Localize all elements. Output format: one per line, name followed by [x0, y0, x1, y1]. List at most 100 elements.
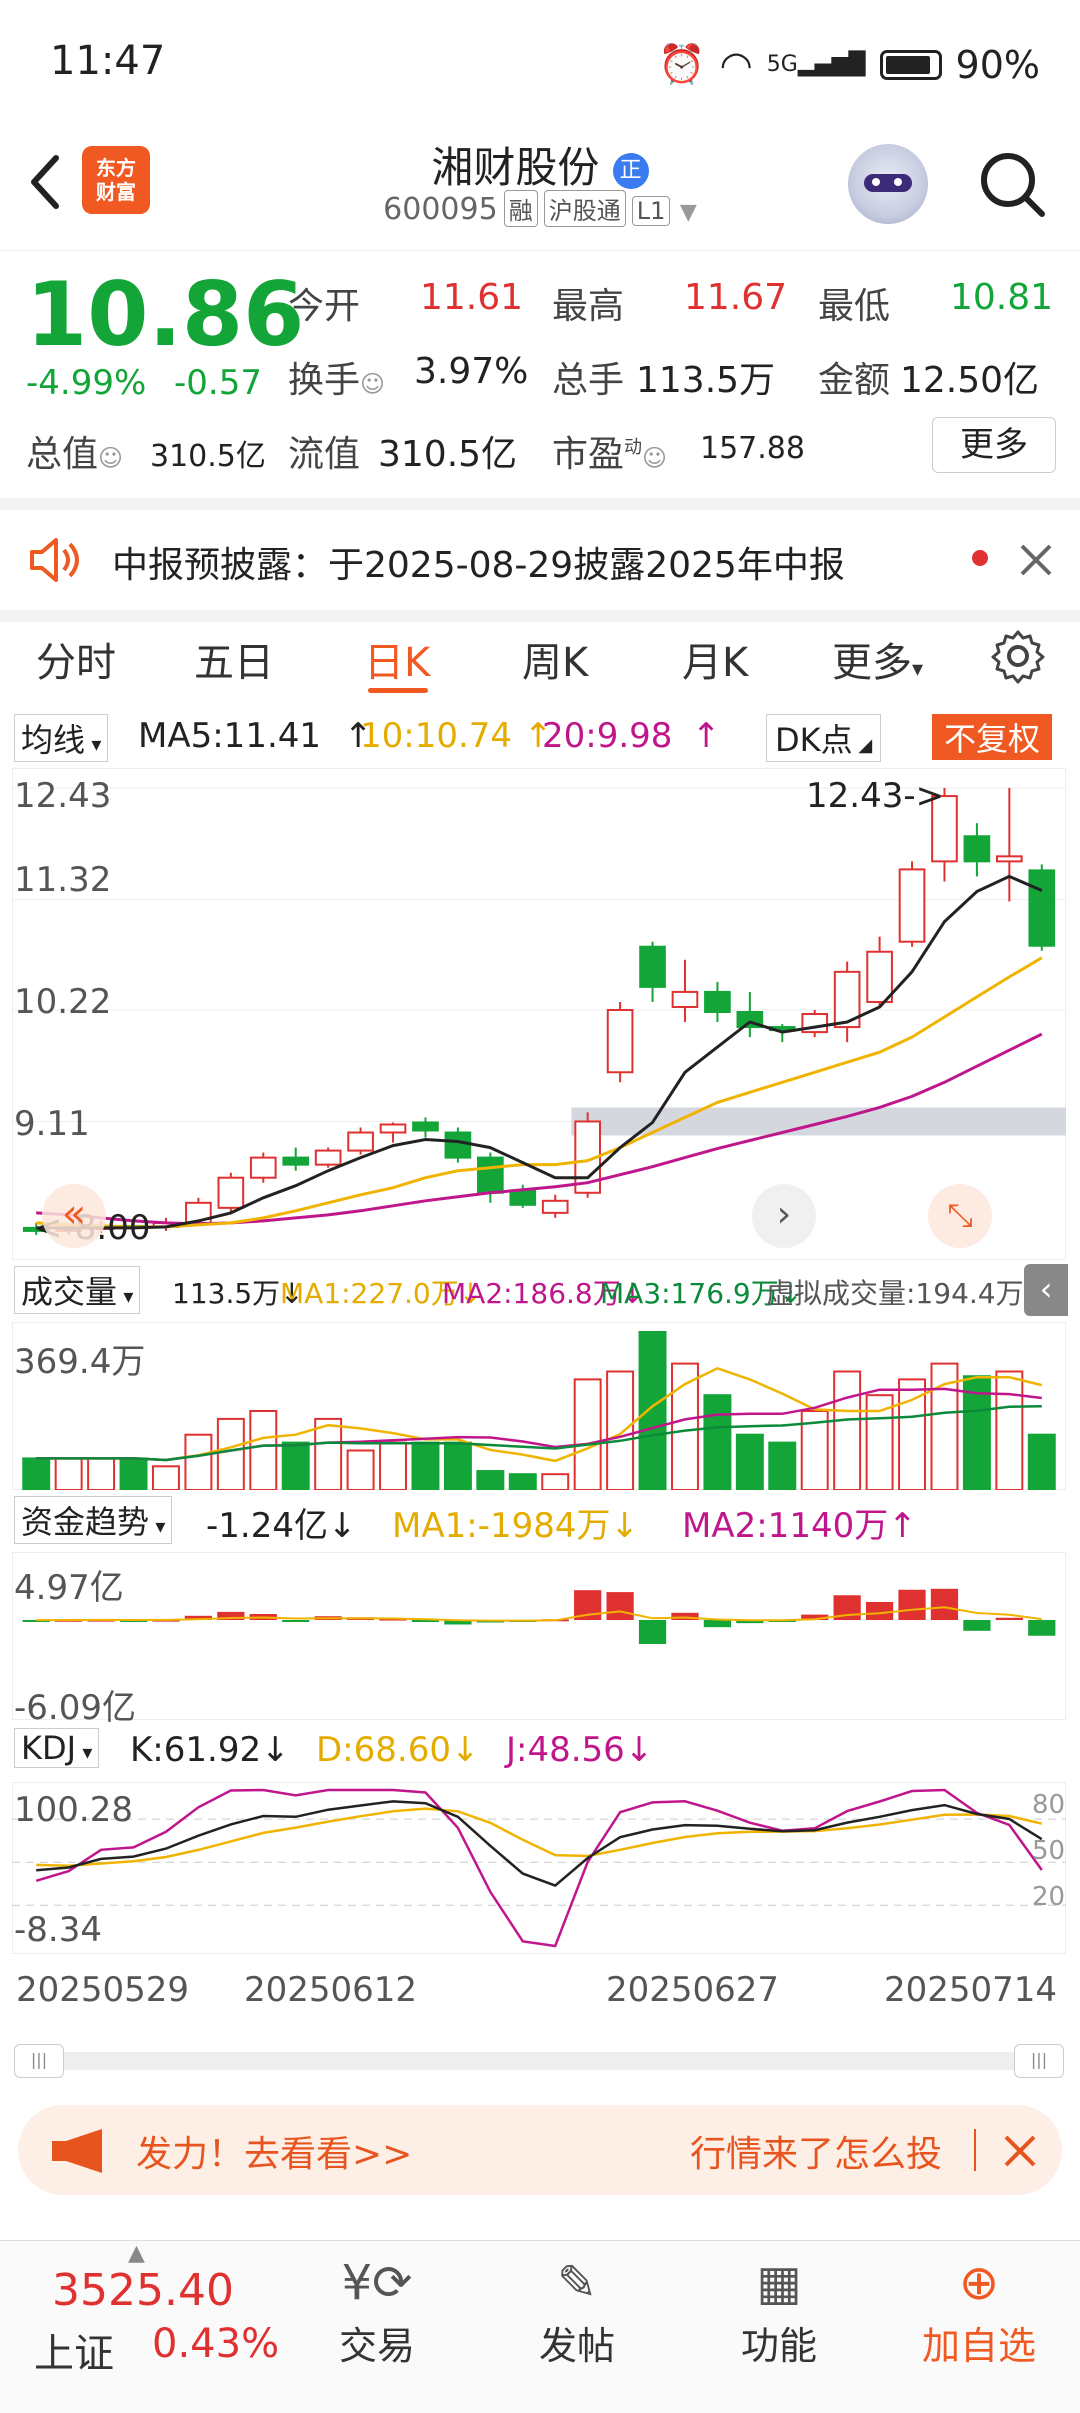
fund-bar	[1028, 1620, 1056, 1636]
volume-bar	[216, 1417, 245, 1490]
volume-value: 113.5万	[636, 360, 776, 401]
candle-body	[639, 945, 666, 988]
search-icon[interactable]	[976, 148, 1048, 220]
date-label-2: 20250612	[244, 1970, 418, 2010]
fund-selector[interactable]: 资金趋势 ▾	[14, 1496, 173, 1544]
kline-chart[interactable]	[12, 768, 1066, 1260]
kdj-max-label: 100.28	[14, 1790, 133, 1830]
fund-max-label: 4.97亿	[14, 1568, 124, 1608]
volume-bar	[735, 1433, 764, 1490]
tab-monthly-k[interactable]: 月K	[682, 630, 748, 688]
turnover-label: 换手☺	[288, 360, 386, 401]
current-price: 10.86	[26, 263, 305, 366]
volume-label: 总手	[552, 360, 625, 401]
virtual-volume: 虚拟成交量:194.4万	[766, 1277, 1024, 1310]
promo-right-text[interactable]: 行情来了怎么投	[690, 2125, 942, 2177]
nav-post[interactable]: ✎ 发帖	[522, 2251, 632, 2370]
tab-five-day[interactable]: 五日	[194, 630, 274, 688]
notice-bar[interactable]: 中报预披露：于2025-08-29披露2025年中报	[0, 498, 1080, 622]
ma-selector[interactable]: 均线 ▾	[14, 714, 109, 762]
volume-bar	[833, 1370, 862, 1490]
ma20-arrow-icon: ↑	[692, 716, 721, 756]
status-icons: ⏰ ◠ 5G▂▄▆█ 90%	[658, 42, 1040, 87]
nav-add-watchlist[interactable]: ⊕ 加自选	[904, 2251, 1054, 2370]
tab-intraday[interactable]: 分时	[36, 630, 116, 688]
candle-body	[898, 868, 926, 943]
volume-max-label: 369.4万	[14, 1342, 146, 1382]
open-label: 今开	[288, 286, 361, 327]
candle-body	[606, 1008, 634, 1074]
tab-daily-k[interactable]: 日K	[364, 630, 430, 688]
range-handle-right[interactable]: |||	[1014, 2044, 1064, 2078]
adjust-button[interactable]: 不复权	[932, 714, 1053, 760]
expand-icon[interactable]: ⤡	[928, 1184, 992, 1248]
change-percent: -4.99%	[26, 363, 147, 403]
info-icon: ☺	[360, 370, 386, 398]
volume-bar	[638, 1331, 667, 1490]
index-change[interactable]: 0.43%	[152, 2321, 279, 2367]
index-name[interactable]: 上证	[34, 2321, 114, 2379]
unread-dot-icon	[972, 550, 988, 566]
volume-bar	[151, 1465, 180, 1490]
stock-header: 东方 财富 湘财股份 正 600095 融沪股通 L1 ▼	[0, 130, 1080, 251]
resistance-band	[571, 1107, 1066, 1136]
tab-more[interactable]: 更多▾	[832, 630, 923, 688]
axis-label-3: 10.22	[14, 982, 112, 1022]
candle-body	[379, 1123, 407, 1134]
gear-icon[interactable]	[990, 628, 1046, 684]
volume-bar	[22, 1457, 51, 1490]
high-value: 11.67	[684, 277, 788, 318]
range-handle-left[interactable]: |||	[14, 2044, 64, 2078]
volume-bar	[411, 1441, 440, 1490]
volume-selector[interactable]: 成交量 ▾	[14, 1266, 141, 1314]
volume-bar	[606, 1370, 635, 1490]
candle	[217, 1172, 245, 1213]
dk-point-toggle[interactable]: DK点 ◢	[766, 714, 882, 762]
nav-trade[interactable]: ¥⟳ 交易	[322, 2251, 432, 2370]
expand-up-icon[interactable]: ▲	[128, 2241, 145, 2266]
dropdown-icon: ▼	[679, 200, 697, 225]
index-value[interactable]: 3525.40	[52, 2265, 234, 2316]
volume-bar	[54, 1457, 83, 1490]
speaker-icon	[30, 538, 79, 582]
volume-bar	[476, 1470, 505, 1490]
kdj-chart[interactable]	[12, 1782, 1066, 1954]
promo-divider	[974, 2129, 976, 2171]
amount-label: 金额	[818, 360, 891, 401]
mcap-label: 总值☺	[26, 434, 124, 475]
scroll-start-icon[interactable]: «	[42, 1184, 106, 1248]
kdj-level-50: 50	[1032, 1836, 1066, 1866]
promo-left-text[interactable]: 发力！去看看>>	[136, 2125, 412, 2177]
nav-function[interactable]: ▦ 功能	[724, 2251, 834, 2370]
volume-bar	[995, 1370, 1024, 1490]
volume-chart[interactable]	[12, 1322, 1066, 1490]
range-scrollbar[interactable]: ||| |||	[14, 2044, 1064, 2078]
high-label: 最高	[552, 286, 625, 327]
promo-banner[interactable]: 发力！去看看>> 行情来了怎么投	[18, 2105, 1062, 2195]
fund-bar	[703, 1620, 732, 1628]
kdj-selector[interactable]: KDJ ▾	[14, 1728, 100, 1768]
volume-bar	[184, 1433, 213, 1490]
fund-trend-chart[interactable]	[12, 1552, 1066, 1720]
collapse-panel-icon[interactable]: ‹	[1024, 1264, 1068, 1316]
turnover-value: 3.97%	[414, 351, 529, 392]
ma20-value: 20:9.98	[542, 716, 673, 756]
candle-body	[477, 1156, 504, 1194]
close-icon[interactable]	[1016, 540, 1056, 580]
fund-bar	[606, 1592, 634, 1620]
low-value: 10.81	[950, 277, 1054, 318]
tab-weekly-k[interactable]: 周K	[522, 630, 588, 688]
candle-body	[996, 855, 1023, 863]
more-button[interactable]: 更多	[932, 417, 1056, 473]
date-label-3: 20250627	[606, 1970, 780, 2010]
next-icon[interactable]: ›	[752, 1184, 816, 1248]
float-label: 流值	[288, 434, 361, 475]
robot-assistant-icon[interactable]	[848, 144, 928, 224]
volume-bar	[87, 1457, 116, 1490]
candle-body	[314, 1149, 342, 1166]
candle-body	[217, 1176, 245, 1209]
close-icon[interactable]	[1002, 2133, 1038, 2169]
candle-body	[866, 950, 893, 1003]
volume-bar	[314, 1417, 343, 1490]
fund-bar	[930, 1588, 959, 1620]
